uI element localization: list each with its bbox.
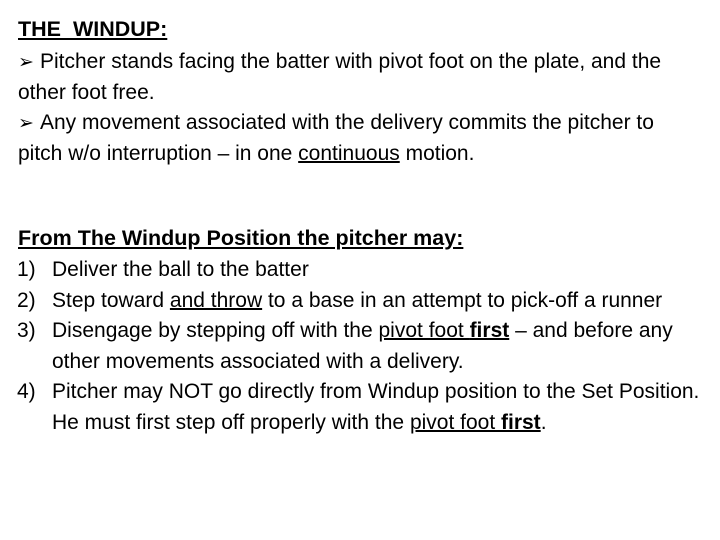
list-item-number: 2) (17, 288, 36, 312)
list-item: 1) Deliver the ball to the batter (17, 255, 704, 286)
list-item-text-part2: to a base in an attempt to pick-off a ru… (262, 288, 663, 312)
list-item-bold-underlined: first (501, 410, 541, 434)
list-item-underlined: and throw (169, 288, 263, 312)
list-item: 4) Pitcher may NOT go directly from Windu… (17, 377, 704, 438)
bullet-2-text-after: motion. (399, 142, 475, 165)
bullet-1-text: Pitcher stands facing the batter with pi… (18, 50, 662, 104)
list-item-text-part2: . (540, 410, 547, 434)
list-item-text-part1: Deliver the ball to the batter (52, 258, 309, 281)
list-item-underlined: pivot foot (378, 319, 470, 342)
slide-title: THE WINDUP: (18, 17, 168, 41)
list-item-number: 3) (17, 319, 36, 342)
numbered-list: 1) Deliver the ball to the batter 2) Step … (17, 255, 704, 438)
bullet-paragraph-2: ➢ Any movement associated with the delive… (18, 108, 704, 169)
bullet-paragraph-1: ➢ Pitcher stands facing the batter with p… (18, 47, 704, 108)
list-item: 2) Step toward and throw to a base in an … (17, 286, 704, 317)
bullet-2-emphasis-continuous: continuous (298, 142, 400, 165)
list-item-bold-underlined: first (469, 319, 510, 342)
list-item-text-part1: Disengage by stepping off with the (52, 319, 379, 342)
slide-canvas: THE WINDUP: ➢ Pitcher stands facing the b… (0, 0, 720, 540)
list-item-text-part1: Pitcher may NOT go directly from Windup … (52, 380, 700, 434)
list-item-number: 1) (17, 258, 36, 281)
arrowhead-bullet-icon: ➢ (18, 113, 34, 134)
list-item-underlined: pivot foot (409, 410, 501, 434)
arrowhead-bullet-icon: ➢ (18, 52, 34, 73)
section-heading: From The Windup Position the pitcher may… (18, 226, 464, 250)
list-item: 3) Disengage by stepping off with the piv… (17, 316, 704, 377)
list-item-text-part1: Step toward (52, 288, 170, 312)
list-item-number: 4) (17, 380, 36, 403)
